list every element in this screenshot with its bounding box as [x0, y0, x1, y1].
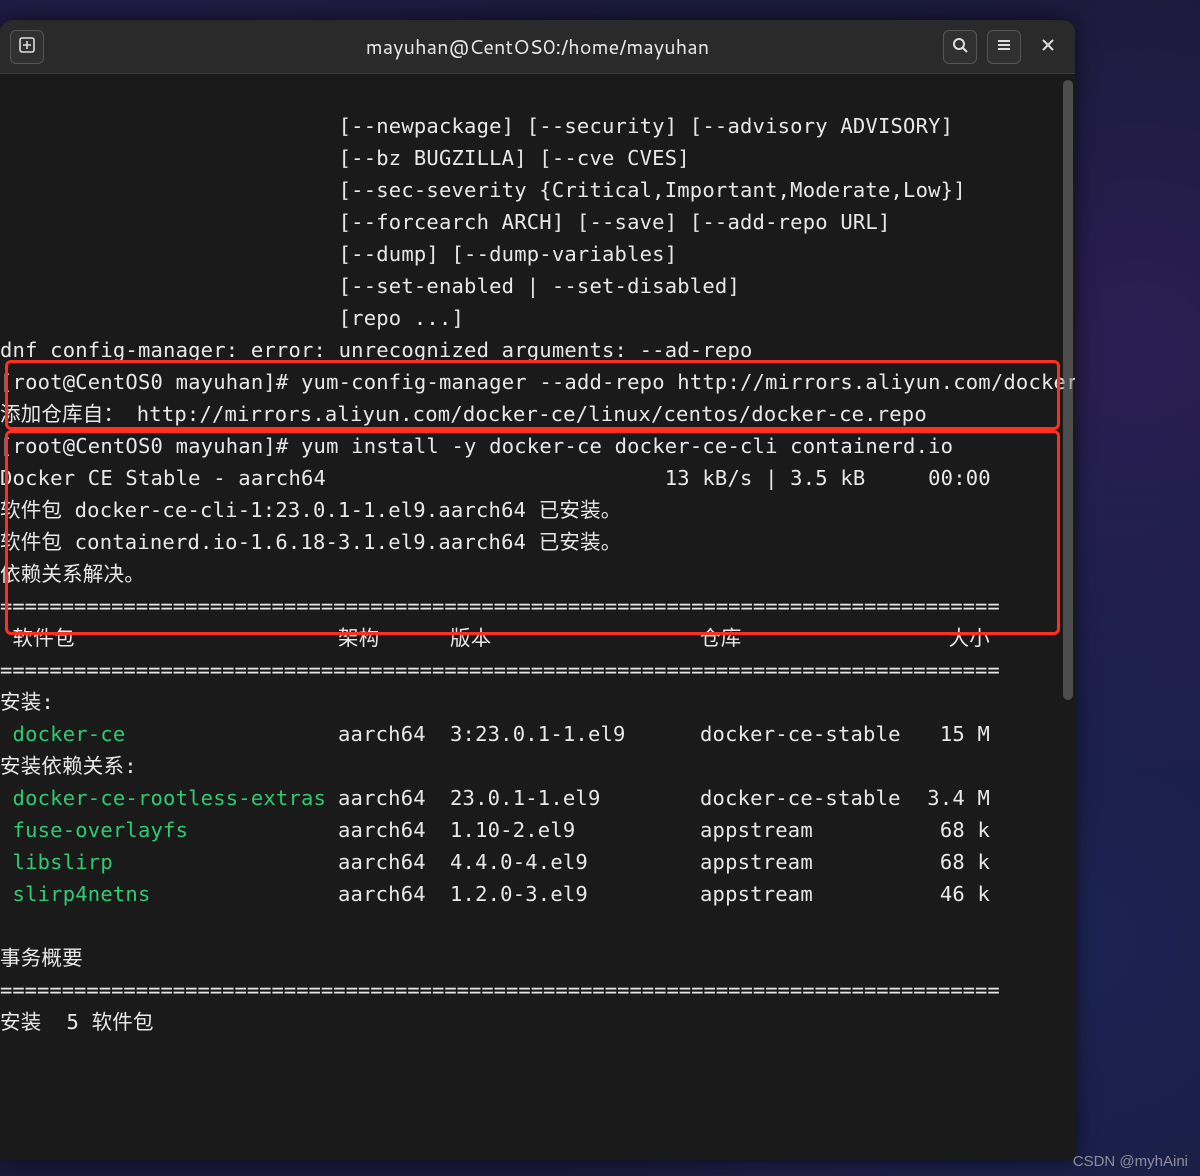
scrollbar-thumb[interactable]	[1063, 80, 1073, 700]
command: yum-config-manager --add-repo http://mir…	[301, 370, 1075, 394]
divider: ========================================…	[0, 594, 1000, 618]
pkg-repo: appstream	[700, 878, 910, 910]
output-line: 软件包 docker-ce-cli-1:23.0.1-1.el9.aarch64…	[0, 498, 622, 522]
search-icon	[952, 37, 968, 57]
terminal-output[interactable]: [--newpackage] [--security] [--advisory …	[0, 74, 1075, 1038]
pkg-repo: appstream	[700, 814, 910, 846]
th-package: 软件包	[0, 622, 338, 654]
pkg-ver: 1.10-2.el9	[450, 814, 700, 846]
install-count: 安装 5 软件包	[0, 1010, 154, 1034]
pkg-repo: docker-ce-stable	[700, 782, 910, 814]
pkg-ver: 3:23.0.1-1.el9	[450, 718, 700, 750]
pkg-name: docker-ce-rootless-extras	[0, 782, 338, 814]
pkg-ver: 23.0.1-1.el9	[450, 782, 700, 814]
close-icon	[1041, 36, 1055, 57]
pkg-name: slirp4netns	[0, 878, 338, 910]
search-button[interactable]	[943, 30, 977, 64]
pkg-arch: aarch64	[338, 878, 450, 910]
th-size: 大小	[910, 622, 990, 654]
pkg-size: 46 k	[910, 878, 990, 910]
pkg-ver: 4.4.0-4.el9	[450, 846, 700, 878]
help-line: [--sec-severity {Critical,Important,Mode…	[0, 178, 966, 202]
pkg-repo: appstream	[700, 846, 910, 878]
th-repo: 仓库	[700, 622, 910, 654]
output-line: 添加仓库自： http://mirrors.aliyun.com/docker-…	[0, 402, 927, 426]
pkg-arch: aarch64	[338, 814, 450, 846]
output-line: 依赖关系解决。	[0, 562, 145, 586]
pkg-name: docker-ce	[0, 718, 338, 750]
help-line: [--forcearch ARCH] [--save] [--add-repo …	[0, 210, 891, 234]
new-tab-icon	[19, 37, 35, 57]
th-version: 版本	[450, 622, 700, 654]
pkg-size: 3.4 M	[910, 782, 990, 814]
output-line: Docker CE Stable - aarch64 13 kB/s | 3.5…	[0, 466, 991, 490]
new-tab-button[interactable]	[10, 30, 44, 64]
pkg-name: libslirp	[0, 846, 338, 878]
output-line: 软件包 containerd.io-1.6.18-3.1.el9.aarch64…	[0, 530, 622, 554]
help-line: [--newpackage] [--security] [--advisory …	[0, 114, 953, 138]
th-arch: 架构	[338, 622, 450, 654]
watermark: CSDN @myhAini	[1073, 1153, 1188, 1170]
help-line: [repo ...]	[0, 306, 464, 330]
pkg-arch: aarch64	[338, 718, 450, 750]
prompt: [root@CentOS0 mayuhan]#	[0, 370, 301, 394]
window-title: mayuhan@CentOS0:/home/mayuhan	[0, 33, 1075, 61]
divider: ========================================…	[0, 978, 1000, 1002]
pkg-ver: 1.2.0-3.el9	[450, 878, 700, 910]
command: yum install -y docker-ce docker-ce-cli c…	[301, 434, 953, 458]
hamburger-icon	[996, 37, 1012, 57]
help-line: [--set-enabled | --set-disabled]	[0, 274, 740, 298]
pkg-name: fuse-overlayfs	[0, 814, 338, 846]
help-line: [--dump] [--dump-variables]	[0, 242, 677, 266]
pkg-repo: docker-ce-stable	[700, 718, 910, 750]
help-line: [--bz BUGZILLA] [--cve CVES]	[0, 146, 690, 170]
pkg-arch: aarch64	[338, 846, 450, 878]
section-deps: 安装依赖关系:	[0, 754, 137, 778]
pkg-size: 15 M	[910, 718, 990, 750]
section-install: 安装:	[0, 690, 54, 714]
terminal-window: mayuhan@CentOS0:/home/mayuhan	[0, 20, 1075, 1160]
pkg-arch: aarch64	[338, 782, 450, 814]
close-button[interactable]	[1031, 30, 1065, 64]
titlebar: mayuhan@CentOS0:/home/mayuhan	[0, 20, 1075, 74]
error-line: dnf config-manager: error: unrecognized …	[0, 338, 753, 362]
divider: ========================================…	[0, 658, 1000, 682]
pkg-size: 68 k	[910, 846, 990, 878]
txn-summary: 事务概要	[0, 946, 83, 970]
prompt: [root@CentOS0 mayuhan]#	[0, 434, 301, 458]
pkg-size: 68 k	[910, 814, 990, 846]
menu-button[interactable]	[987, 30, 1021, 64]
